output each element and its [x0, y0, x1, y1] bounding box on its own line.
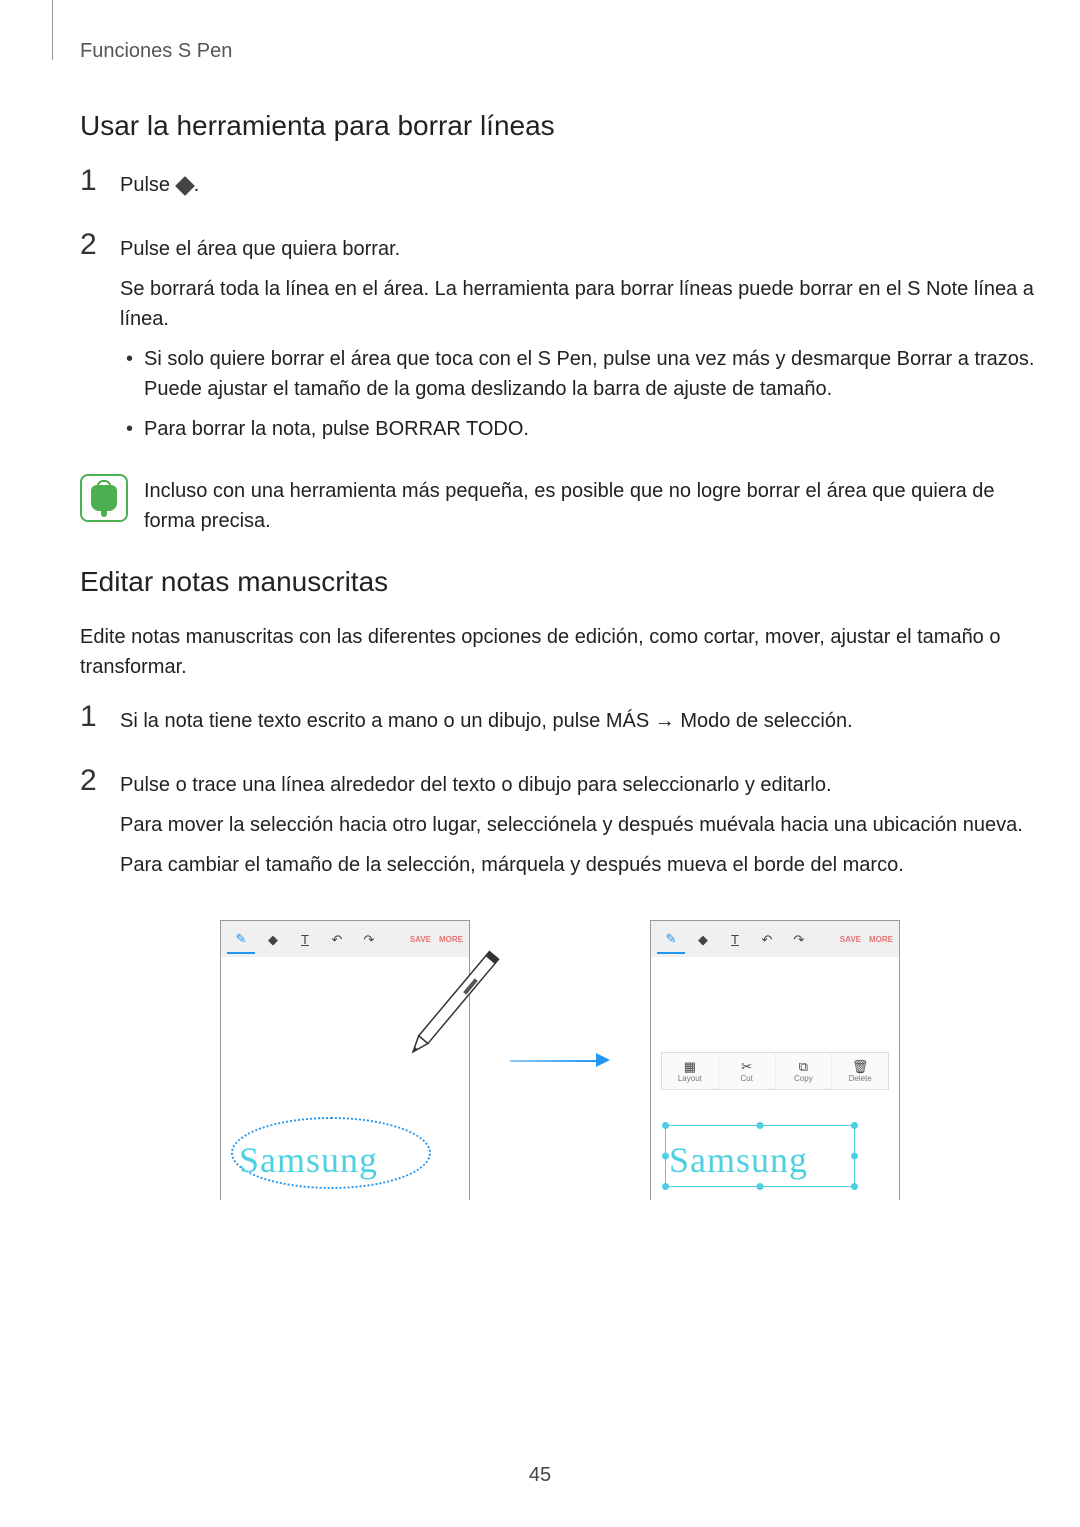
section2-step2: 2 Pulse o trace una línea alrededor del … — [80, 766, 1040, 890]
ctx-delete: 🗑Delete — [832, 1053, 888, 1089]
spen-stylus-icon — [389, 939, 509, 1079]
step1-text-prefix: Pulse — [120, 174, 176, 196]
step2-line2: Se borrará toda la línea en el área. La … — [120, 274, 1040, 334]
tool-eraser-icon: ◆ — [689, 924, 717, 954]
s2-step1-suffix: . — [847, 710, 853, 732]
tool-save: SAVE — [840, 935, 861, 944]
resize-handle-icon — [757, 1183, 764, 1190]
canvas-right: ▦Layout ✂Cut ⧉Copy 🗑Delete — [651, 957, 899, 1201]
ctx-cut: ✂Cut — [719, 1053, 776, 1089]
section2-intro: Edite notas manuscritas con las diferent… — [80, 622, 1040, 682]
illustration: ✎ ◆ T ↶ ↷ SAVE MORE Samsung — [80, 920, 1040, 1200]
step-number-1b: 1 — [80, 702, 104, 732]
left-margin-line — [52, 0, 53, 60]
section1-step2: 2 Pulse el área que quiera borrar. Se bo… — [80, 230, 1040, 454]
s2-step1-mode: Modo de selección — [680, 710, 847, 732]
page-number: 45 — [529, 1464, 551, 1487]
page-content: Usar la herramienta para borrar líneas 1… — [80, 110, 1040, 1200]
tool-redo-icon: ↷ — [355, 924, 383, 954]
s2-step1-mas: MÁS — [606, 710, 649, 732]
tool-eraser-icon: ◆ — [259, 924, 287, 954]
step2-bullet2: Para borrar la nota, pulse BORRAR TODO. — [120, 414, 1040, 444]
s2-step2-line3: Para cambiar el tamaño de la selección, … — [120, 850, 1040, 880]
section2-step1: 1 Si la nota tiene texto escrito a mano … — [80, 702, 1040, 746]
screen-after: ✎ ◆ T ↶ ↷ SAVE MORE ▦Layout ✂Cut ⧉Copy 🗑… — [650, 920, 900, 1200]
s2-step1-prefix: Si la nota tiene texto escrito a mano o … — [120, 710, 606, 732]
step2-line1: Pulse el área que quiera borrar. — [120, 234, 1040, 264]
resize-handle-icon — [851, 1183, 858, 1190]
tool-redo-icon: ↷ — [785, 924, 813, 954]
tool-text-icon: T — [291, 924, 319, 954]
resize-handle-icon — [851, 1122, 858, 1129]
handwriting-sample: Samsung — [669, 1139, 808, 1181]
toolbar-right: ✎ ◆ T ↶ ↷ SAVE MORE — [651, 921, 899, 957]
resize-handle-icon — [662, 1122, 669, 1129]
tool-pen-icon: ✎ — [657, 924, 685, 954]
tool-text-icon: T — [721, 924, 749, 954]
context-toolbar: ▦Layout ✂Cut ⧉Copy 🗑Delete — [661, 1052, 889, 1090]
ctx-layout: ▦Layout — [662, 1053, 719, 1089]
resize-handle-icon — [662, 1153, 669, 1160]
transition-arrow-icon — [510, 1058, 610, 1062]
resize-handle-icon — [757, 1122, 764, 1129]
resize-handle-icon — [851, 1153, 858, 1160]
canvas-left: Samsung — [221, 957, 469, 1201]
breadcrumb: Funciones S Pen — [80, 40, 232, 63]
tool-pen-icon: ✎ — [227, 924, 255, 954]
tool-more: MORE — [869, 935, 893, 944]
section1-step1: 1 Pulse . — [80, 166, 1040, 210]
ctx-copy: ⧉Copy — [776, 1053, 833, 1089]
eraser-icon — [175, 176, 195, 196]
screen-before: ✎ ◆ T ↶ ↷ SAVE MORE Samsung — [220, 920, 470, 1200]
step-number-1: 1 — [80, 166, 104, 196]
note-callout: Incluso con una herramienta más pequeña,… — [80, 474, 1040, 536]
arrow-right-icon: → — [649, 710, 680, 732]
tool-undo-icon: ↶ — [323, 924, 351, 954]
s2-step2-line1: Pulse o trace una línea alrededor del te… — [120, 770, 1040, 800]
step-number-2: 2 — [80, 230, 104, 260]
s2-step2-line2: Para mover la selección hacia otro lugar… — [120, 810, 1040, 840]
step-number-2b: 2 — [80, 766, 104, 796]
section1-title: Usar la herramienta para borrar líneas — [80, 110, 1040, 142]
note-text: Incluso con una herramienta más pequeña,… — [144, 474, 1040, 536]
note-bell-icon — [80, 474, 128, 522]
step2-bullet1: Si solo quiere borrar el área que toca c… — [120, 344, 1040, 404]
handwriting-sample: Samsung — [239, 1139, 378, 1181]
section2-title: Editar notas manuscritas — [80, 566, 1040, 598]
resize-handle-icon — [662, 1183, 669, 1190]
tool-undo-icon: ↶ — [753, 924, 781, 954]
